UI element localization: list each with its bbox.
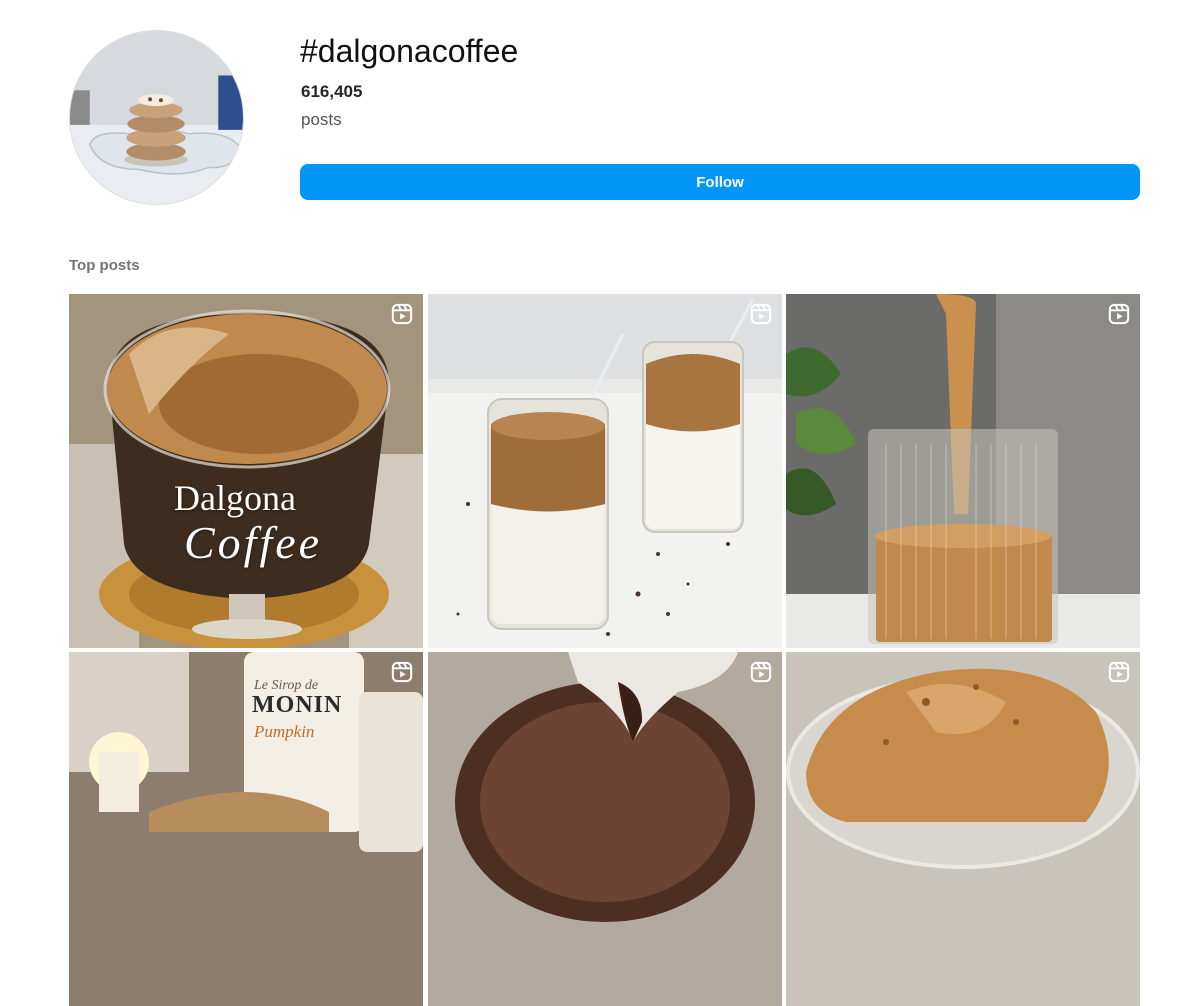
post-count: 616,405 bbox=[301, 82, 363, 101]
post-image-whipped-bowl bbox=[786, 652, 1140, 1006]
reel-icon bbox=[391, 661, 413, 683]
post-count-label: posts bbox=[301, 110, 342, 129]
bottle-label-brand: MONIN bbox=[252, 692, 343, 718]
bottle-label-flavor: Pumpkin bbox=[254, 722, 315, 741]
top-posts-heading: Top posts bbox=[69, 257, 140, 274]
post-overlay-text-2: Coffee bbox=[184, 517, 323, 568]
reel-icon bbox=[1108, 303, 1130, 325]
reel-icon bbox=[391, 303, 413, 325]
post-tile[interactable] bbox=[786, 652, 1140, 1006]
post-image-dalgona-glass bbox=[69, 294, 423, 648]
post-image-chocolate-pour bbox=[427, 652, 782, 1006]
avatar-image bbox=[70, 31, 243, 204]
reel-icon bbox=[1108, 661, 1130, 683]
reel-icon bbox=[750, 303, 771, 325]
post-overlay-text-1: Dalgona bbox=[174, 478, 296, 518]
post-tile[interactable] bbox=[786, 294, 1140, 648]
top-posts-grid: Dalgona Coffee Le Sirop de MONIN Pumpkin bbox=[69, 294, 1140, 1006]
post-tile[interactable]: Le Sirop de MONIN Pumpkin bbox=[69, 652, 423, 1006]
follow-button[interactable]: Follow bbox=[300, 164, 1140, 200]
hashtag-title: #dalgonacoffee bbox=[300, 33, 519, 69]
post-image-pour-glass bbox=[786, 294, 1140, 648]
post-image-monin-syrup bbox=[69, 652, 423, 1006]
post-tile[interactable] bbox=[427, 294, 782, 648]
post-image-two-glasses bbox=[427, 294, 782, 648]
reel-icon bbox=[750, 661, 771, 683]
post-tile[interactable] bbox=[427, 652, 782, 1006]
post-tile[interactable]: Dalgona Coffee bbox=[69, 294, 423, 648]
hashtag-avatar bbox=[69, 30, 244, 205]
